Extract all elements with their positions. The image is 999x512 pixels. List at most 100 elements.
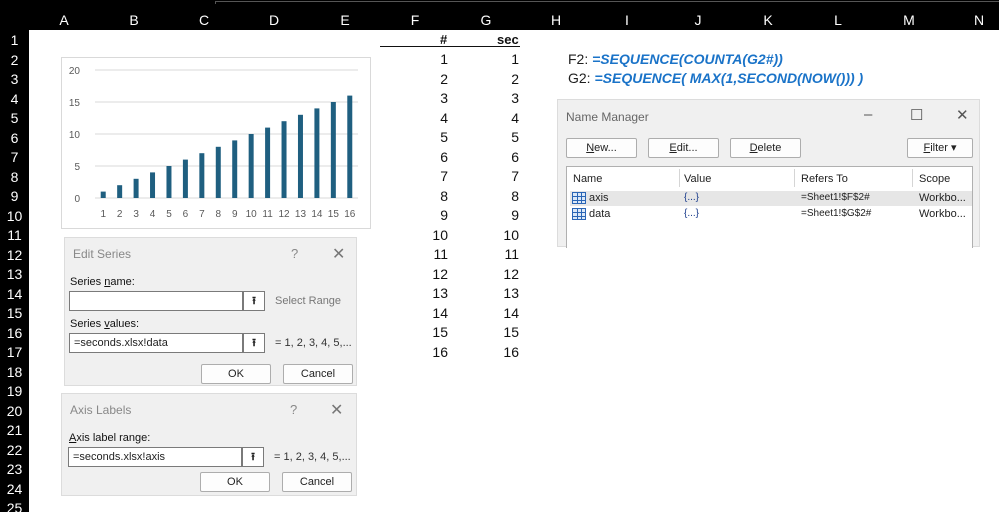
col-header-name[interactable]: Name [573, 173, 602, 185]
column-header-l[interactable]: L [823, 12, 853, 28]
column-header-h[interactable]: H [541, 12, 571, 28]
cell-g9[interactable]: 8 [470, 188, 519, 204]
cell-g2[interactable]: 1 [470, 51, 519, 67]
cell-f5[interactable]: 4 [400, 110, 448, 126]
column-header-f[interactable]: F [400, 12, 430, 28]
row-header-6[interactable]: 6 [0, 130, 29, 146]
row-header-18[interactable]: 18 [0, 364, 29, 380]
table-row[interactable]: axis {...} =Sheet1!$F$2# Workbo... [570, 191, 972, 206]
minimize-icon[interactable]: – [864, 106, 872, 123]
collapse-dialog-icon[interactable]: ⭱ [242, 447, 264, 467]
row-header-8[interactable]: 8 [0, 169, 29, 185]
column-header-d[interactable]: D [259, 12, 289, 28]
row-header-11[interactable]: 11 [0, 227, 29, 243]
row-header-21[interactable]: 21 [0, 422, 29, 438]
cell-g4[interactable]: 3 [470, 90, 519, 106]
cell-g14[interactable]: 13 [470, 285, 519, 301]
column-header-m[interactable]: M [894, 12, 924, 28]
column-g-header[interactable]: sec [497, 32, 519, 47]
close-icon[interactable]: ✕ [332, 244, 345, 264]
cell-g12[interactable]: 11 [470, 246, 519, 262]
bar[interactable] [297, 114, 303, 198]
filter-button[interactable]: Filter ▾ [907, 138, 973, 158]
cell-g11[interactable]: 10 [470, 227, 519, 243]
delete-name-button[interactable]: Delete [730, 138, 801, 158]
col-header-refers-to[interactable]: Refers To [801, 173, 848, 185]
bar[interactable] [265, 127, 271, 198]
row-header-10[interactable]: 10 [0, 208, 29, 224]
cell-f6[interactable]: 5 [400, 129, 448, 145]
cell-f3[interactable]: 2 [400, 71, 448, 87]
bar[interactable] [232, 140, 238, 198]
cell-f2[interactable]: 1 [400, 51, 448, 67]
row-header-4[interactable]: 4 [0, 91, 29, 107]
ok-button[interactable]: OK [200, 472, 270, 492]
column-header-j[interactable]: J [683, 12, 713, 28]
cell-f15[interactable]: 14 [400, 305, 448, 321]
column-header-k[interactable]: K [753, 12, 783, 28]
cell-f11[interactable]: 10 [400, 227, 448, 243]
cell-f14[interactable]: 13 [400, 285, 448, 301]
row-header-15[interactable]: 15 [0, 305, 29, 321]
bar[interactable] [133, 178, 139, 198]
collapse-dialog-icon[interactable]: ⭱ [243, 291, 265, 311]
column-header-c[interactable]: C [189, 12, 219, 28]
row-header-3[interactable]: 3 [0, 71, 29, 87]
cell-f10[interactable]: 9 [400, 207, 448, 223]
column-header-e[interactable]: E [330, 12, 360, 28]
close-icon[interactable]: ✕ [956, 106, 969, 124]
bar[interactable] [166, 166, 172, 198]
bar[interactable] [199, 153, 205, 198]
new-name-button[interactable]: New... [566, 138, 637, 158]
help-icon[interactable]: ? [291, 246, 298, 261]
column-header-i[interactable]: I [612, 12, 642, 28]
cancel-button[interactable]: Cancel [282, 472, 352, 492]
axis-label-range-input[interactable]: =seconds.xlsx!axis [68, 447, 242, 467]
maximize-icon[interactable]: ☐ [910, 106, 923, 124]
table-row[interactable]: data {...} =Sheet1!$G$2# Workbo... [570, 207, 972, 222]
cell-g5[interactable]: 4 [470, 110, 519, 126]
cell-f8[interactable]: 7 [400, 168, 448, 184]
edit-name-button[interactable]: Edit... [648, 138, 719, 158]
bar[interactable] [330, 102, 336, 198]
series-name-input[interactable] [69, 291, 243, 311]
row-header-23[interactable]: 23 [0, 461, 29, 477]
cell-f4[interactable]: 3 [400, 90, 448, 106]
cell-f9[interactable]: 8 [400, 188, 448, 204]
row-header-9[interactable]: 9 [0, 188, 29, 204]
row-header-25[interactable]: 25 [0, 500, 29, 512]
cell-f7[interactable]: 6 [400, 149, 448, 165]
collapse-dialog-icon[interactable]: ⭱ [243, 333, 265, 353]
bar[interactable] [248, 134, 254, 198]
row-header-16[interactable]: 16 [0, 325, 29, 341]
row-header-24[interactable]: 24 [0, 481, 29, 497]
help-icon[interactable]: ? [290, 402, 297, 417]
cell-f13[interactable]: 12 [400, 266, 448, 282]
bar[interactable] [281, 121, 287, 198]
series-values-input[interactable]: =seconds.xlsx!data [69, 333, 243, 353]
column-chart[interactable]: 0 5 10 15 20 1 2 3 4 5 6 7 8 9 10 11 12 13 14 15 16 [61, 57, 371, 229]
row-header-19[interactable]: 19 [0, 383, 29, 399]
bar[interactable] [117, 185, 123, 198]
close-icon[interactable]: ✕ [330, 400, 343, 420]
col-header-scope[interactable]: Scope [919, 173, 950, 185]
col-header-value[interactable]: Value [684, 173, 711, 185]
cell-g13[interactable]: 12 [470, 266, 519, 282]
column-header-g[interactable]: G [471, 12, 501, 28]
bar[interactable] [215, 146, 221, 198]
row-header-13[interactable]: 13 [0, 266, 29, 282]
row-header-12[interactable]: 12 [0, 247, 29, 263]
column-f-header[interactable]: # [440, 32, 447, 47]
bar[interactable] [347, 95, 353, 198]
row-header-22[interactable]: 22 [0, 442, 29, 458]
bar[interactable] [182, 159, 188, 198]
bar[interactable] [100, 191, 106, 198]
column-header-a[interactable]: A [49, 12, 79, 28]
column-header-n[interactable]: N [964, 12, 994, 28]
row-header-2[interactable]: 2 [0, 52, 29, 68]
ok-button[interactable]: OK [201, 364, 271, 384]
cell-f12[interactable]: 11 [400, 246, 448, 262]
row-header-5[interactable]: 5 [0, 110, 29, 126]
bar[interactable] [314, 108, 320, 198]
cell-g16[interactable]: 15 [470, 324, 519, 340]
